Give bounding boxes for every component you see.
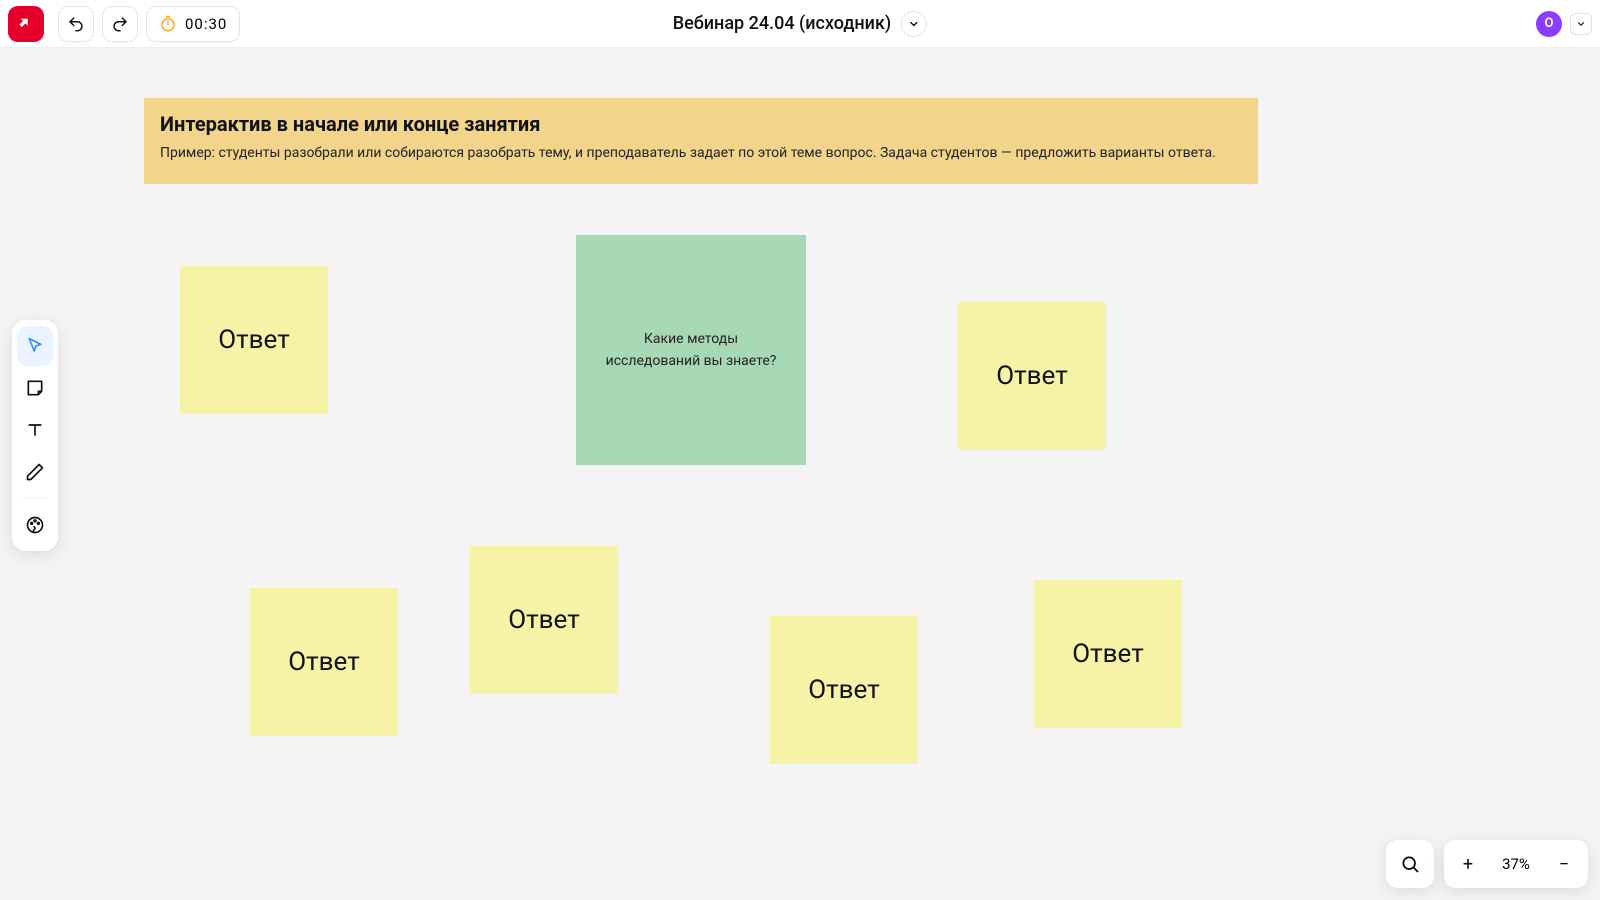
answer-note[interactable]: Ответ: [770, 616, 918, 764]
answer-note[interactable]: Ответ: [180, 266, 328, 414]
tool-pen[interactable]: [17, 452, 53, 492]
zoom-level[interactable]: 37%: [1488, 855, 1544, 873]
question-note[interactable]: Какие методы исследований вы знаете?: [576, 235, 806, 465]
note-shadow: [186, 406, 331, 420]
note-shadow: [964, 442, 1109, 456]
zoom-out-button[interactable]: −: [1544, 844, 1584, 884]
undo-button[interactable]: [58, 6, 94, 42]
user-menu-button[interactable]: [1570, 13, 1592, 35]
palette-icon: [25, 515, 45, 535]
banner-title: Интерактив в начале или конце занятия: [160, 112, 1242, 136]
cursor-icon: [25, 336, 45, 356]
answer-label: Ответ: [1072, 639, 1143, 669]
avatar-letter: O: [1545, 16, 1554, 31]
zoom-controls: + 37% −: [1386, 840, 1588, 888]
undo-icon: [67, 15, 85, 33]
question-text: Какие методы исследований вы знаете?: [604, 328, 778, 373]
answer-note[interactable]: Ответ: [958, 302, 1106, 450]
note-shadow: [476, 686, 621, 700]
tool-more[interactable]: [17, 505, 53, 545]
answer-label: Ответ: [808, 675, 879, 705]
zoom-search-button[interactable]: [1386, 840, 1434, 888]
timer-value: 00:30: [185, 15, 227, 33]
text-icon: [25, 420, 45, 440]
search-icon: [1400, 854, 1420, 874]
chevron-down-icon: [908, 18, 920, 30]
stopwatch-icon: [159, 15, 177, 33]
header-bar: 00:30 Вебинар 24.04 (исходник) O: [0, 0, 1600, 48]
instruction-banner[interactable]: Интерактив в начале или конце занятия Пр…: [144, 98, 1258, 184]
banner-subtitle: Пример: студенты разобрали или собираютс…: [160, 144, 1242, 163]
zoom-in-button[interactable]: +: [1448, 844, 1488, 884]
board-menu-button[interactable]: [901, 11, 927, 37]
answer-label: Ответ: [508, 605, 579, 635]
app-logo[interactable]: [8, 6, 44, 42]
note-shadow: [582, 457, 809, 471]
note-shadow: [256, 728, 401, 742]
user-avatar[interactable]: O: [1536, 11, 1562, 37]
chevron-down-icon: [1576, 19, 1586, 29]
answer-label: Ответ: [218, 325, 289, 355]
answer-note[interactable]: Ответ: [470, 546, 618, 694]
answer-note[interactable]: Ответ: [250, 588, 398, 736]
tool-select[interactable]: [17, 326, 53, 366]
tool-sticky[interactable]: [17, 368, 53, 408]
tool-toolbar: [12, 320, 58, 551]
redo-button[interactable]: [102, 6, 138, 42]
note-shadow: [1040, 720, 1185, 734]
canvas[interactable]: Интерактив в начале или конце занятия Пр…: [0, 48, 1600, 900]
answer-label: Ответ: [996, 361, 1067, 391]
timer-button[interactable]: 00:30: [146, 6, 240, 42]
pen-icon: [25, 462, 45, 482]
toolbar-divider: [22, 498, 48, 499]
redo-icon: [111, 15, 129, 33]
sticky-note-icon: [25, 378, 45, 398]
note-shadow: [776, 756, 921, 770]
board-title[interactable]: Вебинар 24.04 (исходник): [673, 13, 891, 34]
answer-note[interactable]: Ответ: [1034, 580, 1182, 728]
answer-label: Ответ: [288, 647, 359, 677]
tool-text[interactable]: [17, 410, 53, 450]
